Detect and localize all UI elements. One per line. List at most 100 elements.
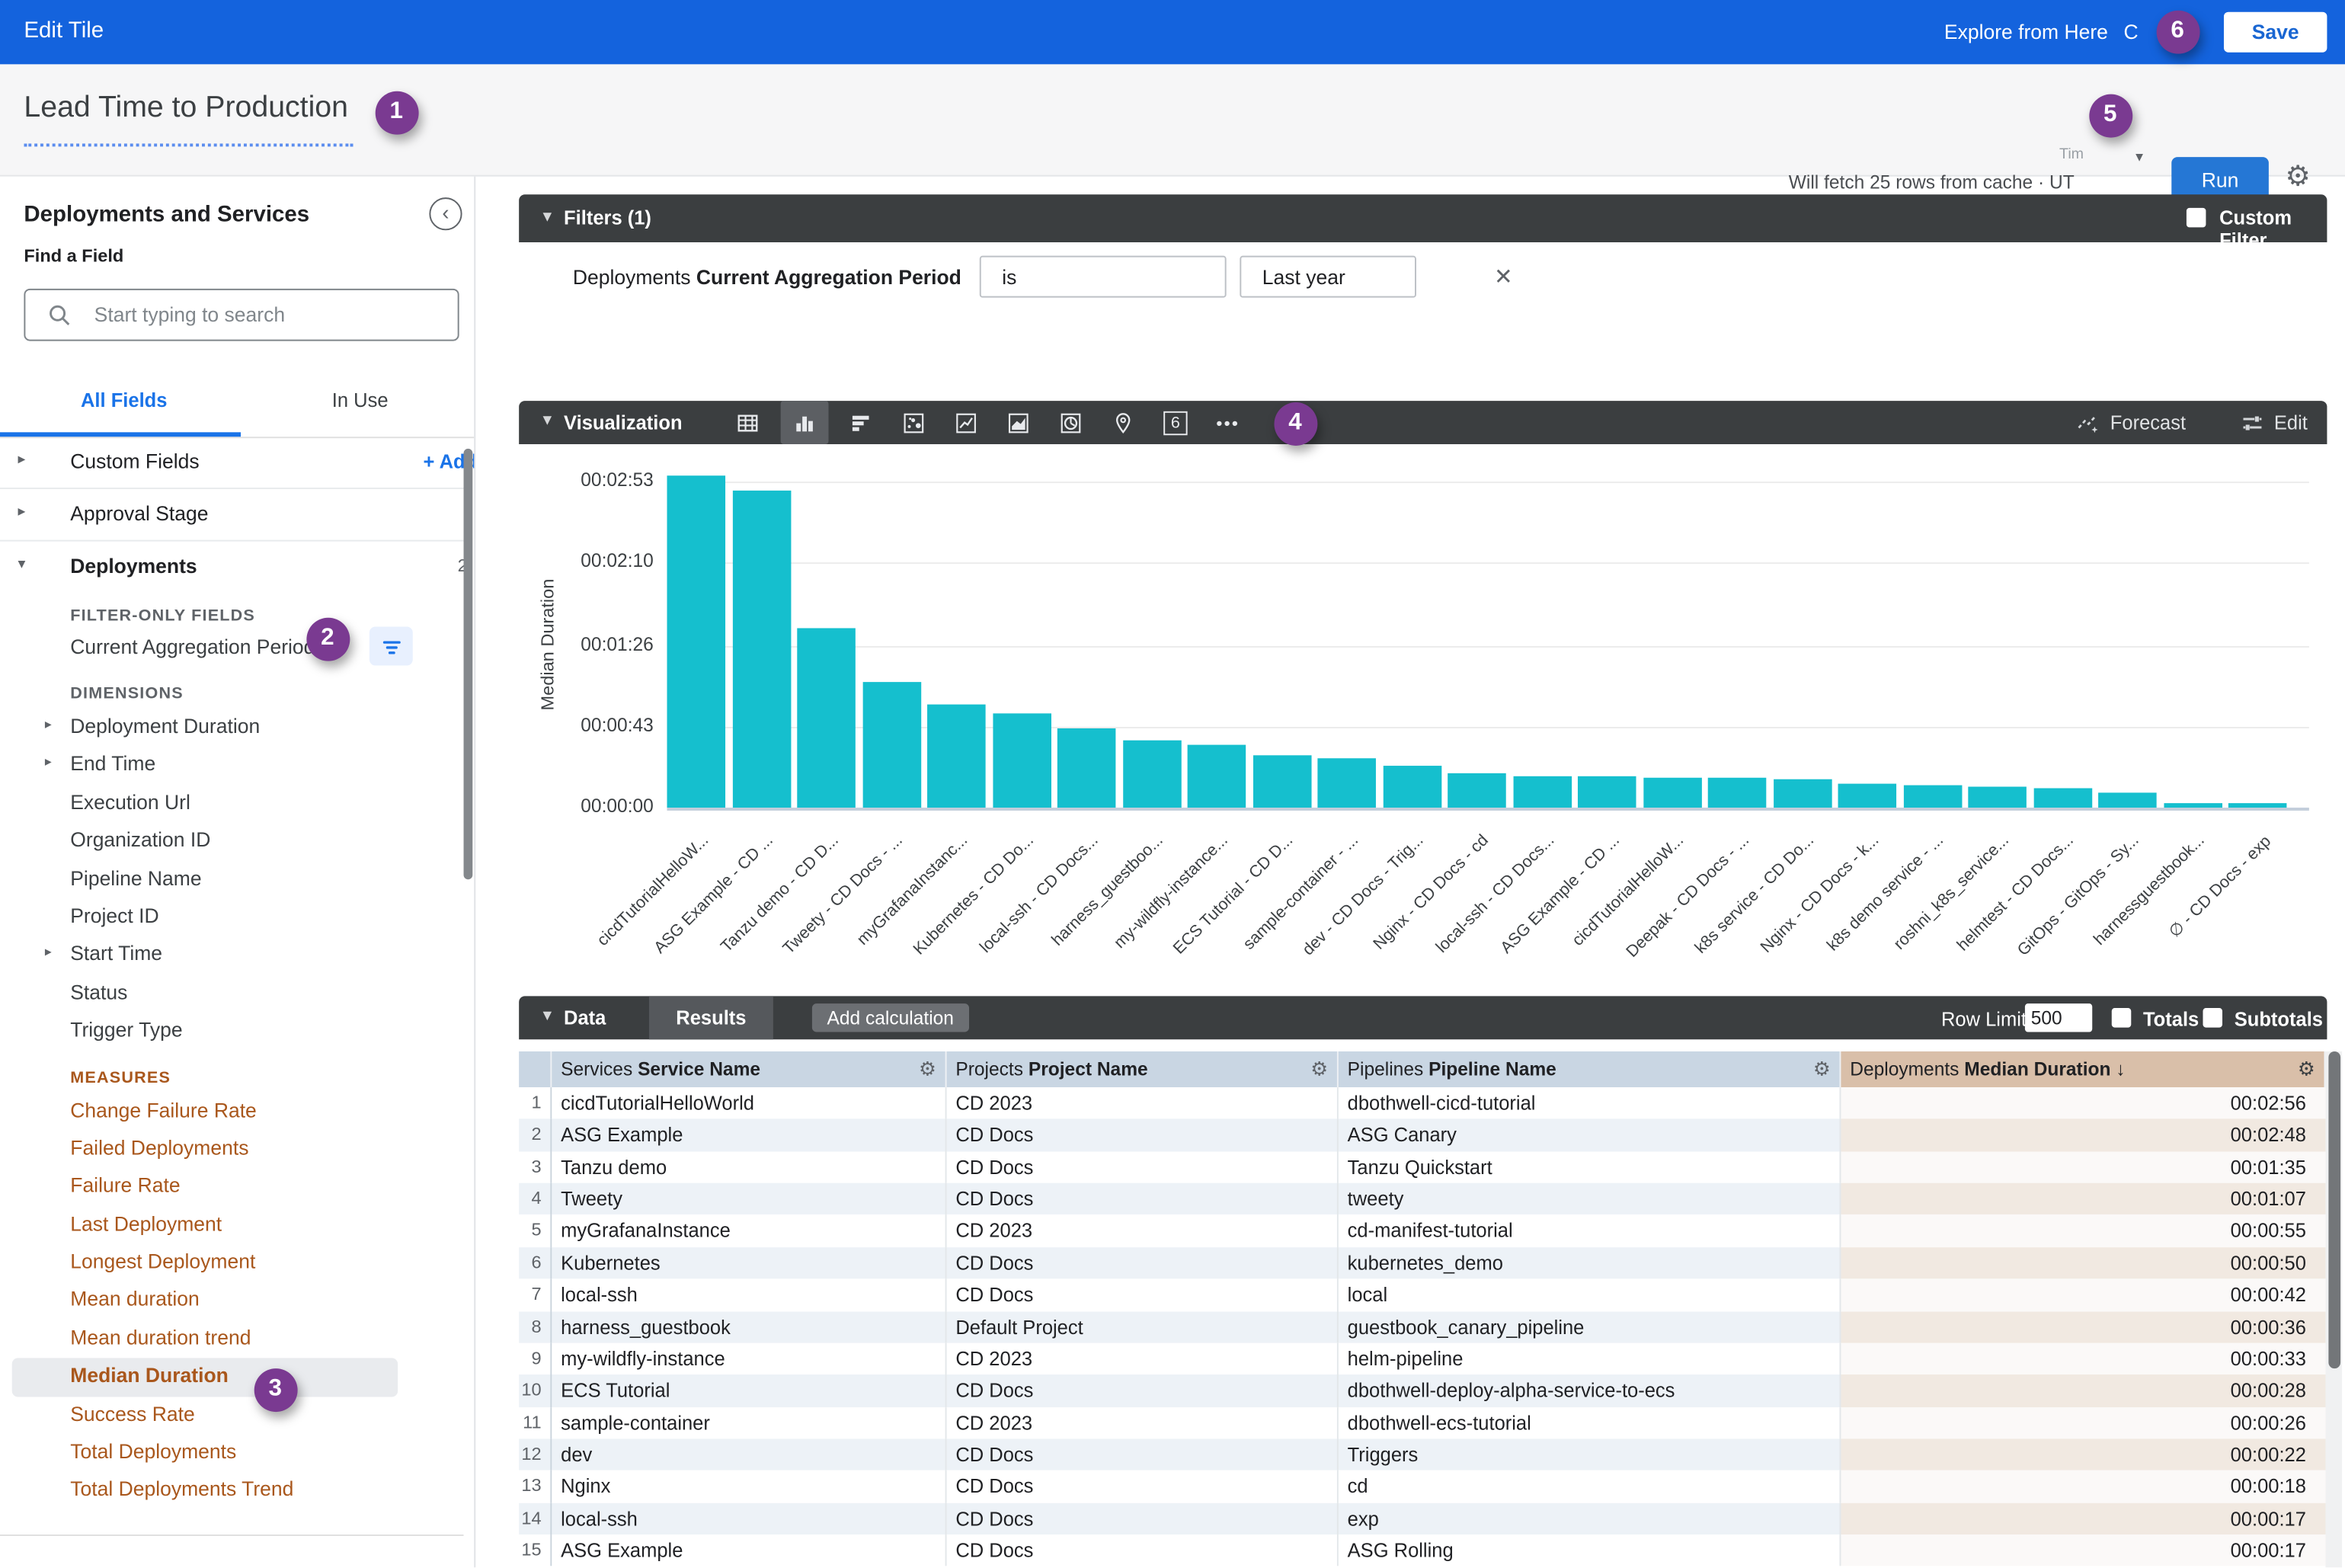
- chart-bar[interactable]: [2033, 789, 2092, 808]
- filter-value-input[interactable]: Last year: [1240, 256, 1416, 298]
- sidebar-item-approval-stage[interactable]: ▸ Approval Stage: [0, 489, 464, 542]
- chart-bar[interactable]: [1773, 779, 1832, 808]
- table-row[interactable]: 14local-sshCD Docsexp00:00:17: [519, 1502, 2325, 1534]
- chart-bar[interactable]: [732, 491, 791, 808]
- sidebar-measure-mean-duration-trend[interactable]: Mean duration trend: [0, 1320, 464, 1358]
- row-limit-input[interactable]: [2025, 1003, 2092, 1032]
- chart-bar[interactable]: [1968, 787, 2027, 808]
- tab-all-fields[interactable]: All Fields: [81, 389, 167, 411]
- sidebar-measure-total-deployments[interactable]: Total Deployments: [0, 1435, 464, 1473]
- caret-right-icon[interactable]: ▸: [18, 452, 26, 469]
- table-row[interactable]: 11sample-containerCD 2023dbothwell-ecs-t…: [519, 1406, 2325, 1438]
- chart-bar[interactable]: [797, 629, 856, 808]
- caret-down-icon[interactable]: ▼: [540, 413, 555, 430]
- totals-checkbox[interactable]: [2112, 1008, 2132, 1028]
- caret-right-icon[interactable]: ▸: [18, 504, 26, 521]
- table-row[interactable]: 13NginxCD Docscd00:00:18: [519, 1470, 2325, 1502]
- table-row[interactable]: 10ECS TutorialCD Docsdbothwell-deploy-al…: [519, 1374, 2325, 1406]
- sidebar-measure-failure-rate[interactable]: Failure Rate: [0, 1169, 464, 1207]
- caret-right-icon[interactable]: ▸: [45, 944, 52, 961]
- add-calculation-button[interactable]: Add calculation: [812, 1003, 969, 1032]
- sidebar-measure-failed-deployments[interactable]: Failed Deployments: [0, 1131, 464, 1169]
- sidebar-dimension-deployment-duration[interactable]: ▸Deployment Duration: [0, 709, 464, 747]
- chart-bar[interactable]: [1122, 740, 1181, 808]
- viz-type-single-value-icon[interactable]: 6: [1156, 404, 1195, 441]
- column-header-pipeline-name[interactable]: Pipelines Pipeline Name⚙: [1339, 1051, 1841, 1087]
- table-row[interactable]: 8harness_guestbookDefault Projectguestbo…: [519, 1311, 2325, 1343]
- collapse-sidebar-icon[interactable]: ‹: [429, 197, 462, 230]
- sidebar-dimension-trigger-type[interactable]: Trigger Type: [0, 1013, 464, 1051]
- chart-bar[interactable]: [1513, 776, 1572, 808]
- sidebar-dimension-execution-url[interactable]: Execution Url: [0, 785, 464, 823]
- sidebar-scrollbar[interactable]: [464, 449, 473, 879]
- chart-bar[interactable]: [1188, 745, 1246, 808]
- viz-type-line-chart-icon[interactable]: [947, 404, 986, 441]
- sidebar-measure-mean-duration[interactable]: Mean duration: [0, 1282, 464, 1320]
- viz-type-table-icon[interactable]: [728, 404, 767, 441]
- gear-icon[interactable]: ⚙: [1813, 1051, 1831, 1087]
- chart-bar[interactable]: [2163, 804, 2222, 808]
- viz-type-scatter-icon[interactable]: [894, 404, 933, 441]
- filter-by-field-button[interactable]: [370, 626, 413, 665]
- custom-filter-checkbox[interactable]: [2187, 208, 2206, 228]
- chart-bar[interactable]: [1708, 777, 1767, 808]
- chart-bar[interactable]: [1578, 776, 1636, 808]
- caret-down-icon[interactable]: ▼: [540, 1008, 555, 1025]
- explore-from-here-link[interactable]: Explore from Here: [1944, 21, 2108, 43]
- chart-bar[interactable]: [862, 681, 921, 808]
- tab-in-use[interactable]: In Use: [332, 389, 389, 411]
- caret-right-icon[interactable]: ▸: [45, 716, 52, 733]
- viz-type-bar-chart-icon[interactable]: [842, 404, 881, 441]
- sidebar-dimension-pipeline-name[interactable]: Pipeline Name: [0, 861, 464, 899]
- sidebar-measure-change-failure-rate[interactable]: Change Failure Rate: [0, 1093, 464, 1131]
- edit-viz-button[interactable]: Edit: [2274, 411, 2308, 434]
- viz-type-donut-icon[interactable]: [1051, 404, 1090, 441]
- chart-bar[interactable]: [1448, 773, 1506, 808]
- tile-title[interactable]: Lead Time to Production: [24, 91, 348, 126]
- table-row[interactable]: 4TweetyCD Docstweety00:01:07: [519, 1183, 2325, 1215]
- table-row[interactable]: 6KubernetesCD Docskubernetes_demo00:00:5…: [519, 1247, 2325, 1279]
- chart-bar[interactable]: [667, 476, 725, 808]
- filter-operator-select[interactable]: is: [980, 256, 1227, 298]
- sidebar-dimension-project-id[interactable]: Project ID: [0, 899, 464, 937]
- table-row[interactable]: 3Tanzu demoCD DocsTanzu Quickstart00:01:…: [519, 1151, 2325, 1183]
- table-row[interactable]: 9my-wildfly-instanceCD 2023helm-pipeline…: [519, 1343, 2325, 1375]
- table-row[interactable]: 12devCD DocsTriggers00:00:22: [519, 1438, 2325, 1470]
- table-row[interactable]: 2ASG ExampleCD DocsASG Canary00:02:48: [519, 1119, 2325, 1151]
- sidebar-dimension-organization-id[interactable]: Organization ID: [0, 823, 464, 861]
- sidebar-measure-success-rate[interactable]: Success Rate: [0, 1397, 464, 1435]
- chart-bar[interactable]: [1903, 785, 1962, 808]
- sidebar-item-custom-fields[interactable]: ▸ Custom Fields + Add: [0, 437, 464, 489]
- search-input[interactable]: [91, 292, 449, 338]
- gear-icon[interactable]: ⚙: [2285, 160, 2310, 194]
- viz-type-column-chart-icon[interactable]: [781, 401, 829, 444]
- gear-icon[interactable]: ⚙: [2298, 1051, 2315, 1087]
- data-panel-header[interactable]: ▼ Data Results Add calculation Row Limit…: [519, 996, 2327, 1039]
- chart-bar[interactable]: [2098, 792, 2157, 808]
- table-scrollbar-thumb[interactable]: [2327, 1051, 2340, 1368]
- table-row[interactable]: 1cicdTutorialHelloWorldCD 2023dbothwell-…: [519, 1087, 2325, 1119]
- chevron-down-icon[interactable]: ▾: [2135, 149, 2143, 166]
- caret-right-icon[interactable]: ▸: [45, 754, 52, 771]
- cancel-link[interactable]: C: [2123, 21, 2138, 43]
- chart-bar[interactable]: [1057, 728, 1116, 808]
- column-header-project-name[interactable]: Projects Project Name⚙: [947, 1051, 1339, 1087]
- viz-type-more-icon[interactable]: •••: [1208, 404, 1247, 441]
- subtotals-checkbox[interactable]: [2203, 1008, 2222, 1028]
- chart-bar[interactable]: [1252, 755, 1311, 808]
- sidebar-dimension-status[interactable]: Status: [0, 974, 464, 1013]
- table-row[interactable]: 15ASG ExampleCD DocsASG Rolling00:00:17: [519, 1534, 2325, 1566]
- filters-panel-header[interactable]: ▼ Filters (1) Custom Filter: [519, 194, 2327, 242]
- chart-bar[interactable]: [1643, 777, 1701, 808]
- forecast-button[interactable]: Forecast: [2110, 411, 2186, 434]
- sidebar-dimension-start-time[interactable]: ▸Start Time: [0, 937, 464, 975]
- save-button[interactable]: Save: [2224, 12, 2327, 53]
- chart-bar[interactable]: [1317, 759, 1376, 808]
- sidebar-item-deployments[interactable]: ▾ Deployments 2: [0, 542, 464, 590]
- table-row[interactable]: 7local-sshCD Docslocal00:00:42: [519, 1279, 2325, 1311]
- gear-icon[interactable]: ⚙: [1310, 1051, 1328, 1087]
- chart-bar[interactable]: [927, 704, 986, 808]
- viz-type-map-pin-icon[interactable]: [1104, 404, 1143, 441]
- chart-bar[interactable]: [992, 713, 1051, 808]
- sidebar-measure-total-deployments-trend[interactable]: Total Deployments Trend: [0, 1472, 464, 1510]
